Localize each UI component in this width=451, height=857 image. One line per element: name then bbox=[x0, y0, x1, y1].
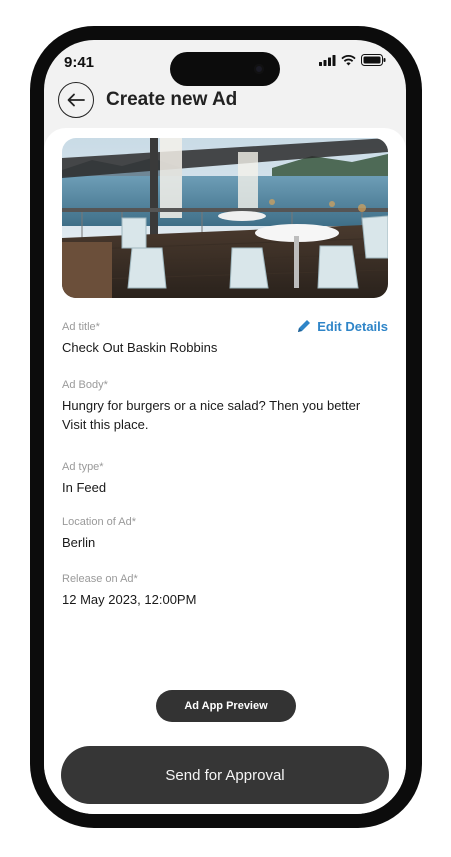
ad-title-label: Ad title* bbox=[62, 321, 100, 333]
ad-body-label: Ad Body* bbox=[62, 379, 108, 391]
wifi-icon bbox=[341, 54, 356, 65]
release-value: 12 May 2023, 12:00PM bbox=[62, 592, 197, 607]
ad-type-value: In Feed bbox=[62, 480, 107, 495]
pencil-icon bbox=[298, 320, 311, 332]
ad-form-card: Edit Details Ad title* Check Out Baskin … bbox=[44, 128, 406, 814]
ad-body-value: Hungry for burgers or a nice salad? Then… bbox=[62, 398, 361, 432]
back-button[interactable] bbox=[58, 82, 94, 118]
app-screen: 9:41 Create new Ad Edit Details Ad title… bbox=[44, 40, 406, 814]
dynamic-island bbox=[170, 52, 280, 86]
ad-title-value: Check Out Baskin Robbins bbox=[62, 340, 218, 355]
camera-icon bbox=[254, 64, 264, 74]
status-time: 9:41 bbox=[64, 54, 95, 71]
ad-image[interactable] bbox=[62, 138, 388, 298]
send-for-approval-button[interactable]: Send for Approval bbox=[61, 746, 389, 804]
edit-details-label: Edit Details bbox=[317, 318, 388, 334]
ad-app-preview-button[interactable]: Ad App Preview bbox=[156, 690, 296, 722]
edit-details-link[interactable]: Edit Details bbox=[296, 318, 388, 334]
back-arrow-icon bbox=[67, 93, 85, 107]
page-title: Create new Ad bbox=[106, 89, 238, 110]
ad-type-label: Ad type* bbox=[62, 461, 104, 473]
signal-icon bbox=[319, 54, 336, 66]
header: Create new Ad bbox=[58, 82, 237, 118]
status-icons bbox=[319, 54, 386, 66]
battery-icon bbox=[361, 54, 386, 66]
location-value: Berlin bbox=[62, 535, 96, 550]
location-label: Location of Ad* bbox=[62, 516, 137, 528]
release-label: Release on Ad* bbox=[62, 573, 138, 585]
restaurant-terrace-image bbox=[62, 138, 388, 298]
